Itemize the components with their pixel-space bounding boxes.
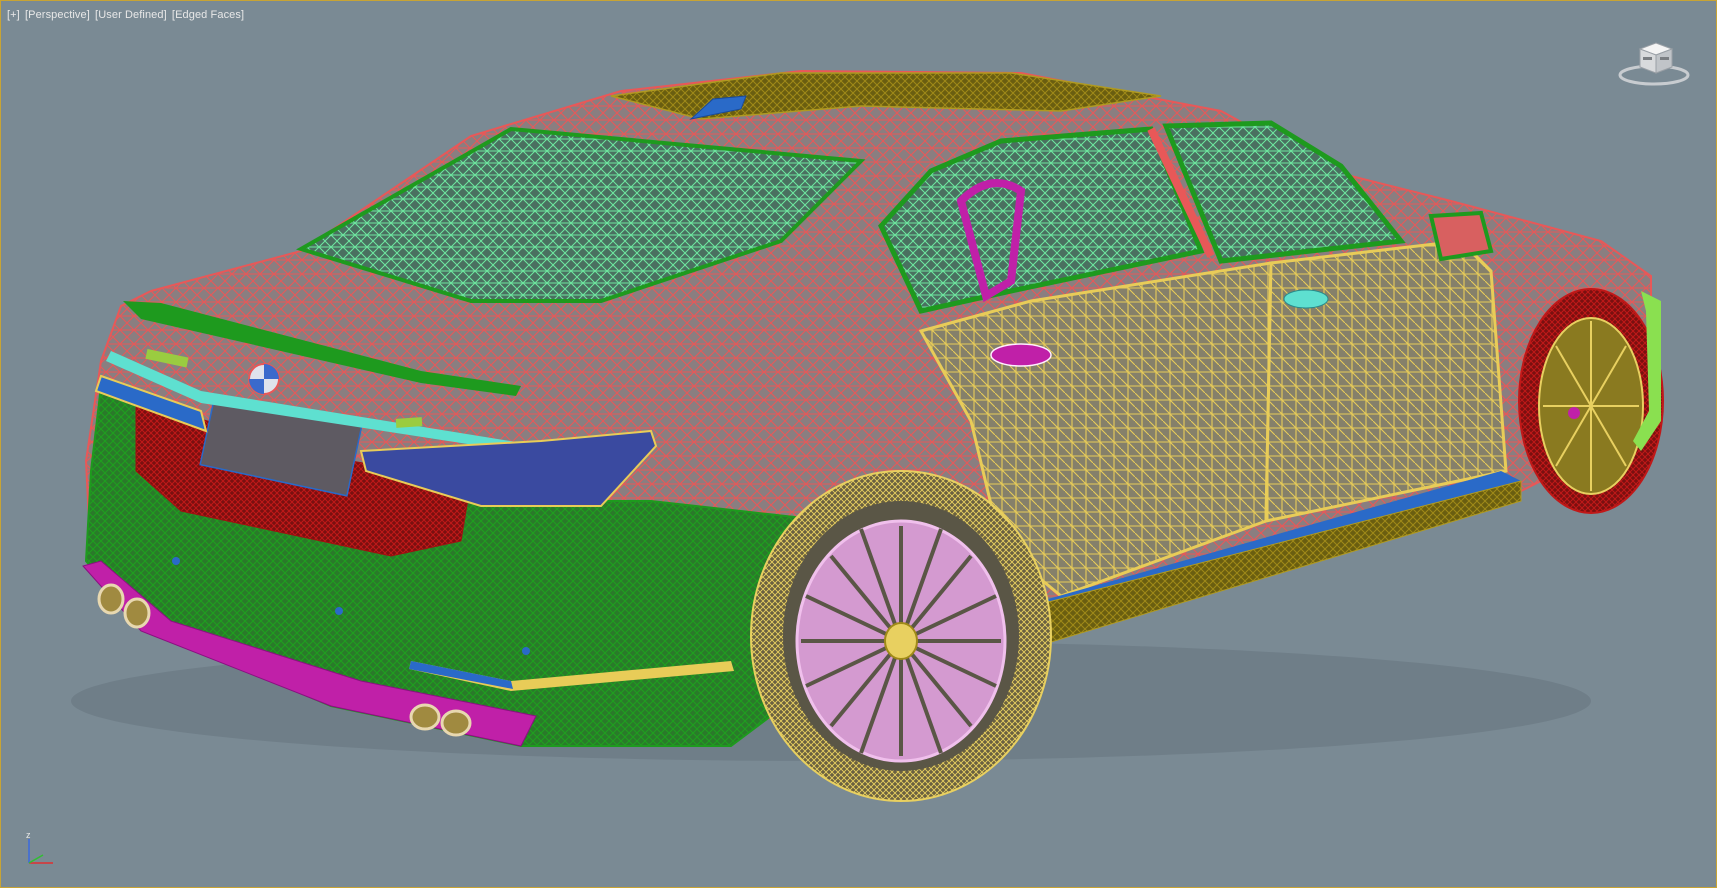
perspective-viewport[interactable]: [+] [Perspective] [User Defined] [Edged …	[0, 0, 1717, 888]
front-wheel[interactable]	[1518, 288, 1664, 514]
front-hub-cap	[1568, 407, 1580, 419]
parking-sensor	[522, 647, 530, 655]
axis-tripod: z	[23, 829, 63, 869]
car-wireframe-scene[interactable]	[1, 1, 1716, 887]
viewcube-icon[interactable]	[1616, 39, 1694, 89]
y-axis-line	[28, 854, 44, 864]
rear-door-handle[interactable]	[990, 343, 1052, 367]
rear-hub-cap	[884, 622, 918, 660]
front-door-panel[interactable]	[1264, 239, 1508, 523]
parking-sensor	[335, 607, 343, 615]
rear-wheel[interactable]	[750, 470, 1052, 802]
model-lettering-right	[395, 417, 423, 428]
side-mirror[interactable]	[1428, 210, 1494, 262]
parking-sensor	[172, 557, 180, 565]
viewcube[interactable]	[1616, 39, 1694, 89]
front-door-handle[interactable]	[1283, 289, 1329, 309]
z-axis-label: z	[26, 830, 31, 840]
